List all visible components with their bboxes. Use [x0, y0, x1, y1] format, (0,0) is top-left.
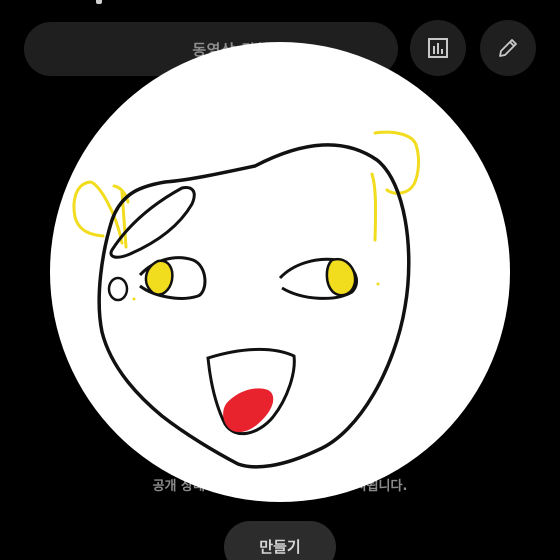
- small-dot-shape: [107, 276, 129, 302]
- right-iris: [325, 257, 357, 297]
- screen: 동영상 권한 집에서는 볼 수 있고 모두가 볼 수 있습니다. 공개 상태로 …: [0, 0, 560, 560]
- left-iris: [144, 259, 174, 296]
- right-ear-inner: [370, 172, 378, 242]
- status-indicator: [96, 0, 102, 4]
- speck-2: [376, 282, 380, 286]
- doodle-face-drawing: [72, 130, 420, 469]
- speck: [132, 297, 136, 301]
- drawing-preview: [50, 42, 510, 502]
- create-button[interactable]: 만들기: [224, 521, 336, 560]
